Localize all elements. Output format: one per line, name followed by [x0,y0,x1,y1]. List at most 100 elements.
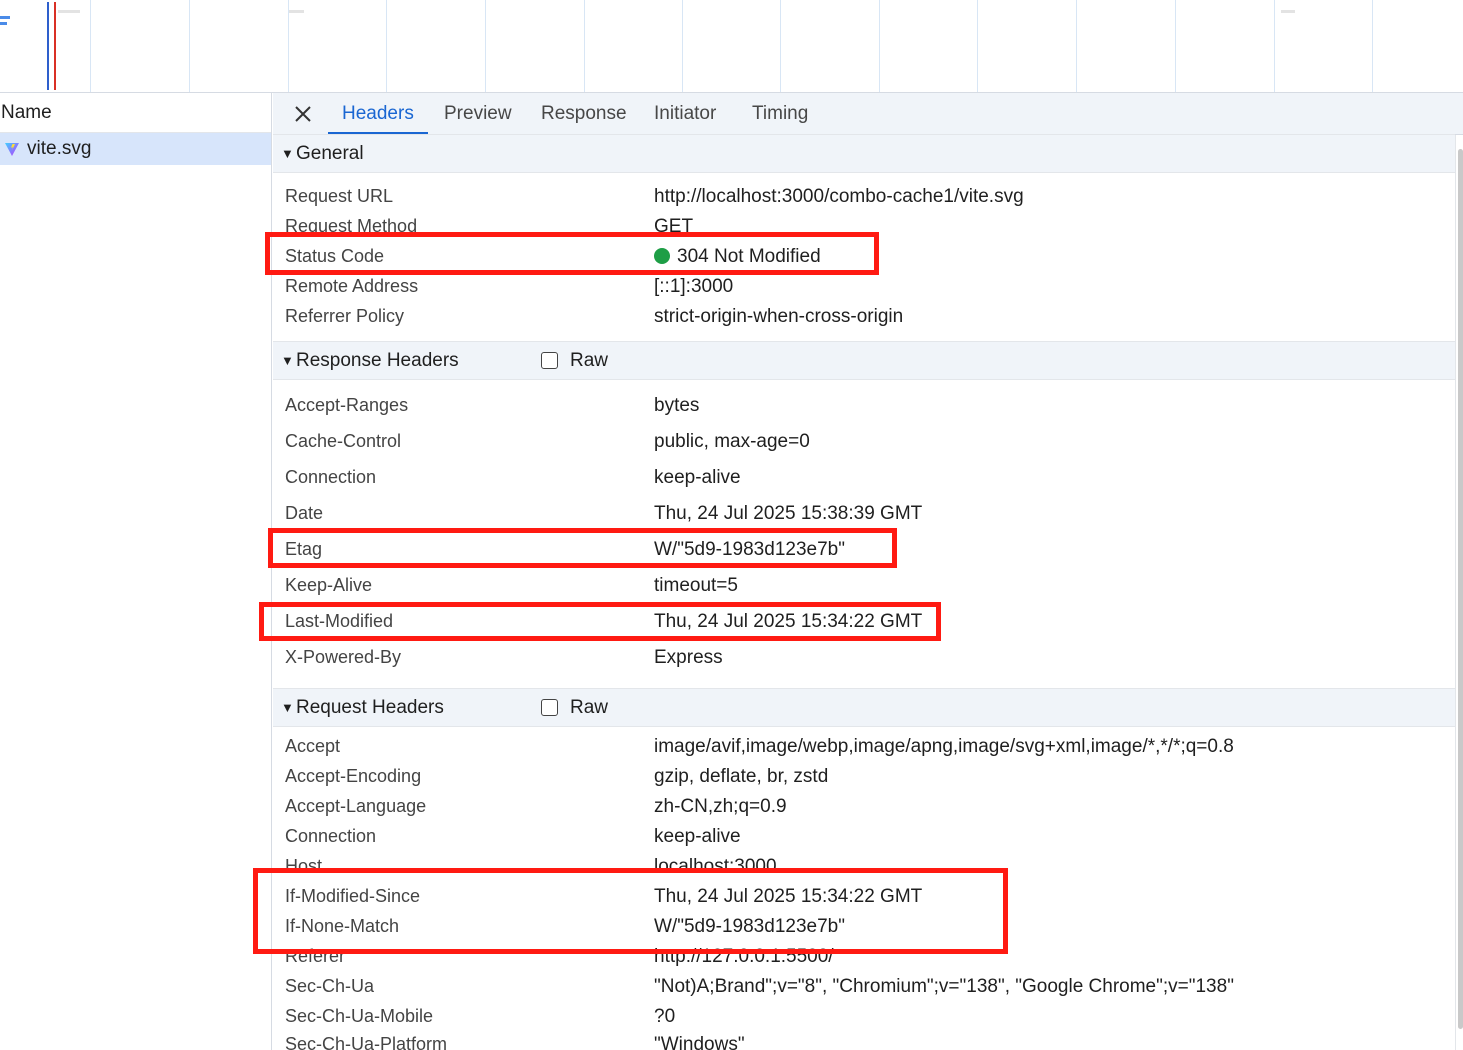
section-title: Response Headers [296,350,459,371]
vite-logo-icon [5,143,19,156]
header-value: localhost:3000 [654,856,777,877]
section-title: General [296,143,364,164]
header-value: Thu, 24 Jul 2025 15:38:39 GMT [654,503,923,524]
overview-gridline [485,0,486,92]
header-value: GET [654,216,694,237]
overview-gridline [90,0,91,92]
header-name: If-Modified-Since [285,886,421,906]
header-value: image/avif,image/webp,image/apng,image/s… [654,736,1234,757]
waterfall-overview[interactable] [0,0,1463,93]
header-name: Sec-Ch-Ua-Platform [285,1034,448,1050]
header-value: keep-alive [654,826,741,847]
overview-gridline [288,0,289,92]
overview-gridline [977,0,978,92]
header-name: Remote Address [285,276,419,296]
overview-gridline [584,0,585,92]
name-column-header[interactable]: Name [0,93,271,133]
tab-headers[interactable]: Headers [328,93,428,135]
raw-toggle[interactable]: Raw [541,689,608,726]
header-name: Accept-Language [285,796,427,816]
tab-initiator[interactable]: Initiator [640,93,730,135]
header-name: Referer [285,946,346,966]
header-value: bytes [654,395,700,416]
header-name: Date [285,503,324,523]
request-detail-pane: Headers Preview Response Initiator Timin… [273,93,1463,1050]
header-name: Accept [285,736,341,756]
raw-toggle[interactable]: Raw [541,342,608,379]
response-headers-section-header[interactable]: ▼ Response Headers Raw [273,341,1455,380]
collapse-triangle-icon: ▼ [281,353,294,368]
overview-gridline [1175,0,1176,92]
header-name: Sec-Ch-Ua [285,976,375,996]
header-value: http://127.0.0.1:5500/ [654,946,834,967]
overview-gridline [780,0,781,92]
header-value: "Windows" [654,1034,745,1050]
header-value: Thu, 24 Jul 2025 15:34:22 GMT [654,886,923,907]
header-value: ?0 [654,1006,676,1027]
header-name: If-None-Match [285,916,400,936]
overview-request-bar [0,16,10,19]
raw-checkbox[interactable] [541,352,558,369]
collapse-triangle-icon: ▼ [281,146,294,161]
header-name: Etag [285,539,323,559]
overview-request-bar [58,10,80,13]
header-value: Thu, 24 Jul 2025 15:34:22 GMT [654,611,923,632]
tab-response[interactable]: Response [527,93,641,135]
header-value: public, max-age=0 [654,431,810,452]
header-value: [::1]:3000 [654,276,734,297]
overview-request-bar [289,10,304,13]
overview-request-bar [0,22,7,25]
header-name: Status Code [285,246,385,266]
raw-checkbox[interactable] [541,699,558,716]
dom-content-loaded-marker [47,2,49,90]
header-value: http://localhost:3000/combo-cache1/vite.… [654,186,1024,207]
header-value: gzip, deflate, br, zstd [654,766,829,787]
load-marker [54,2,56,90]
overview-gridline [682,0,683,92]
header-value: W/"5d9-1983d123e7b" [654,916,845,937]
scrollbar-thumb[interactable] [1458,149,1463,1029]
header-name: Accept-Ranges [285,395,409,415]
overview-gridline [1372,0,1373,92]
header-name: Accept-Encoding [285,766,422,786]
request-headers-section-header[interactable]: ▼ Request Headers Raw [273,688,1455,727]
section-title: Request Headers [296,697,444,718]
header-value: W/"5d9-1983d123e7b" [654,539,845,560]
header-name: Request Method [285,216,418,236]
raw-label: Raw [570,350,609,371]
request-file-name: vite.svg [27,138,92,159]
request-list: Name vite.svg [0,93,272,1050]
header-name: Sec-Ch-Ua-Mobile [285,1006,434,1026]
status-text: 304 Not Modified [677,246,821,267]
header-value: "Not)A;Brand";v="8", "Chromium";v="138",… [654,976,1234,997]
general-section-header[interactable]: ▼ General [273,134,1455,173]
request-row-selected[interactable]: vite.svg [0,133,271,165]
detail-tab-bar: Headers Preview Response Initiator Timin… [273,93,1463,135]
header-value: zh-CN,zh;q=0.9 [654,796,787,817]
overview-request-bar [1281,10,1295,13]
header-name: Connection [285,826,377,846]
status-code-value: 304 Not Modified [654,246,821,268]
header-name: Cache-Control [285,431,402,451]
header-name: Keep-Alive [285,575,373,595]
close-icon[interactable] [291,102,315,126]
header-name: Connection [285,467,377,487]
header-value: timeout=5 [654,575,738,596]
raw-label: Raw [570,697,609,718]
overview-gridline [386,0,387,92]
collapse-triangle-icon: ▼ [281,700,294,715]
overview-gridline [1076,0,1077,92]
header-name: X-Powered-By [285,647,402,667]
header-name: Referrer Policy [285,306,405,326]
overview-gridline [879,0,880,92]
vertical-scrollbar[interactable] [1455,135,1463,1050]
header-name: Host [285,856,323,876]
tab-preview[interactable]: Preview [430,93,526,135]
overview-gridline [189,0,190,92]
header-name: Last-Modified [285,611,394,631]
overview-gridline [1274,0,1275,92]
header-name: Request URL [285,186,394,206]
header-value: strict-origin-when-cross-origin [654,306,904,327]
header-value: keep-alive [654,467,741,488]
tab-timing[interactable]: Timing [738,93,822,135]
